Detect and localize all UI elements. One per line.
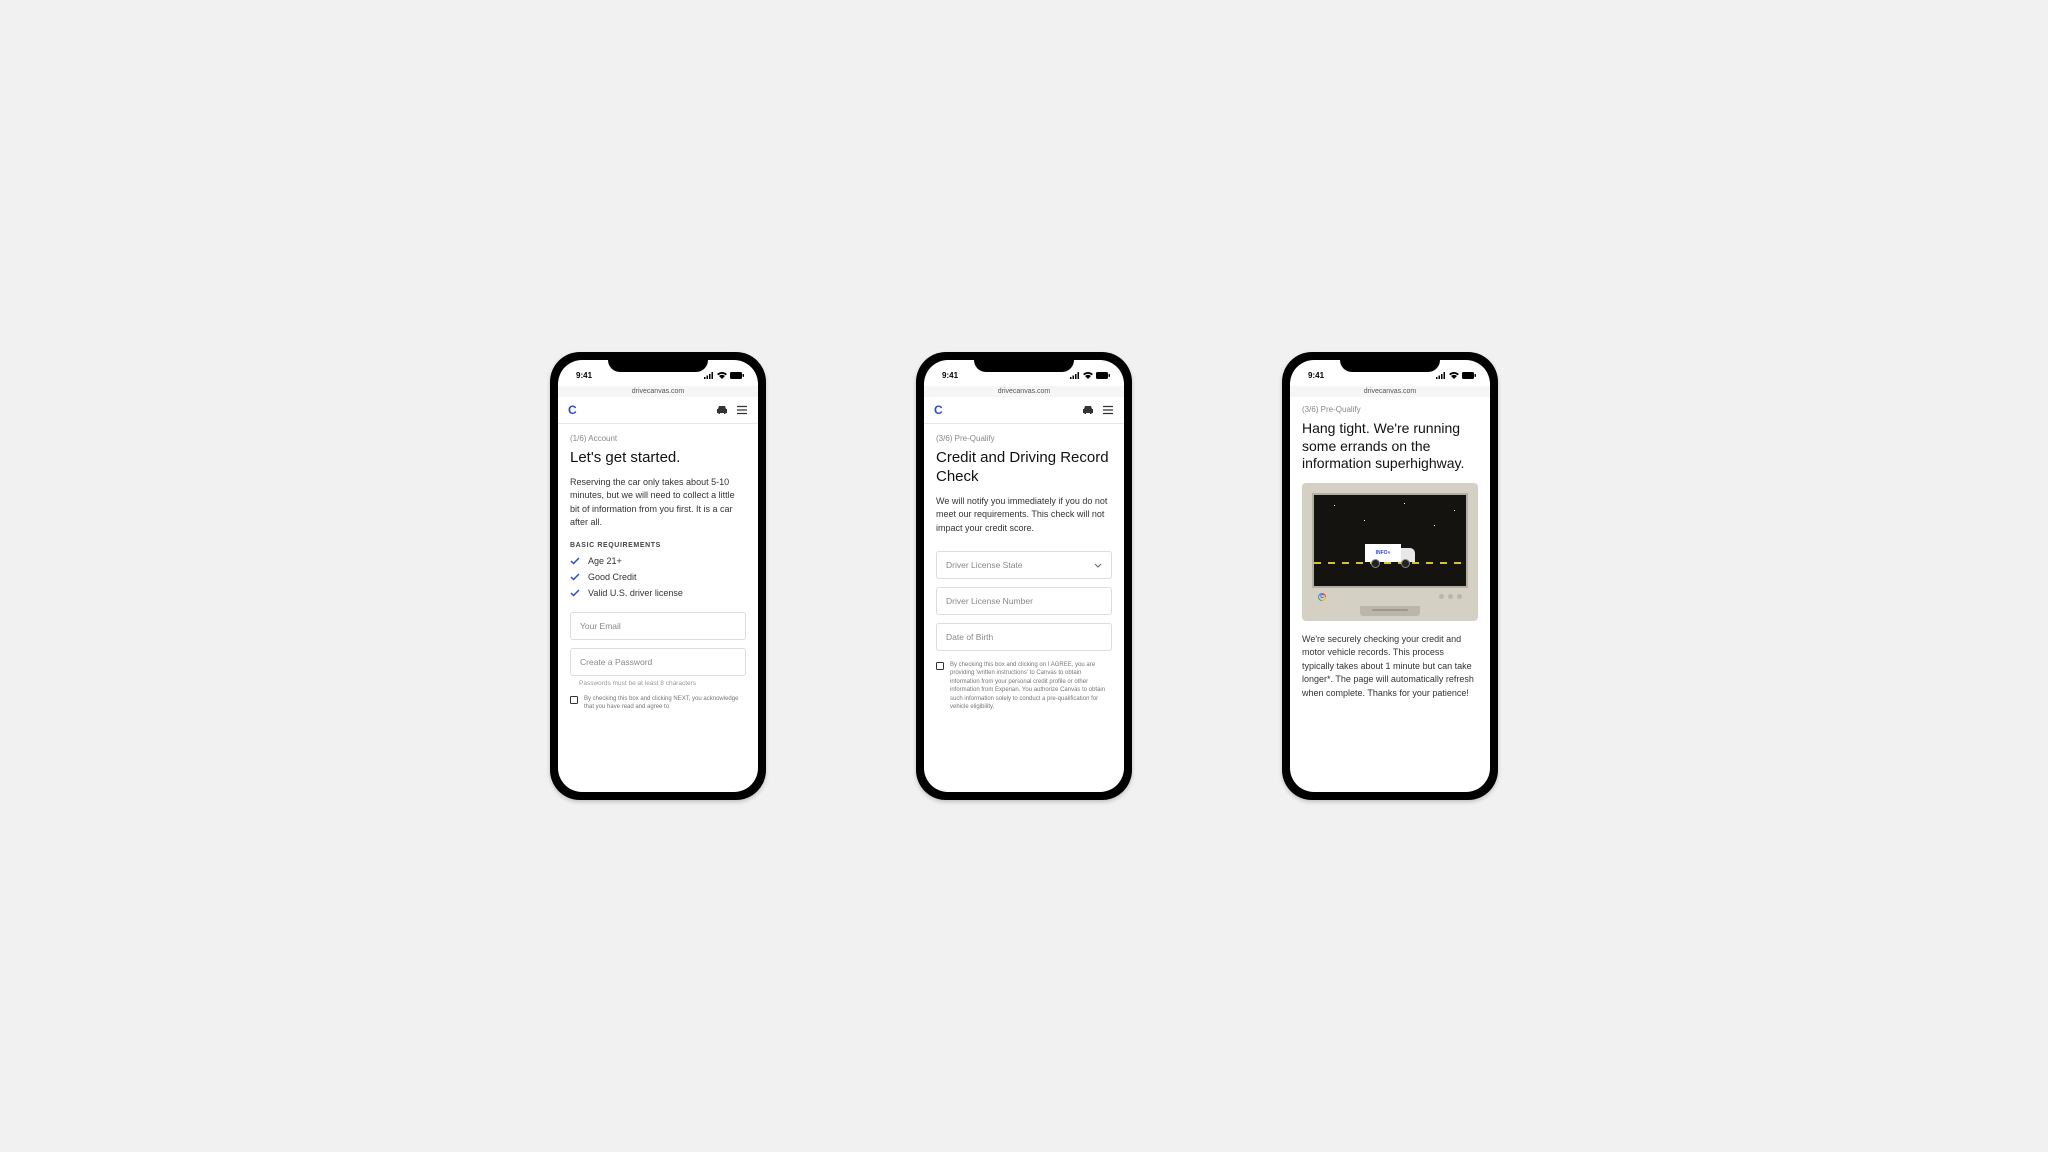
check-icon: [570, 589, 580, 597]
browser-url-bar[interactable]: drivecanvas.com: [924, 386, 1124, 397]
check-icon: [570, 557, 580, 565]
status-time: 9:41: [1308, 371, 1324, 380]
logo[interactable]: C: [934, 403, 943, 417]
info-truck-icon: INFO»: [1365, 544, 1415, 568]
monitor-bezel: [1312, 588, 1468, 606]
battery-icon: [1462, 372, 1476, 379]
phone-mockup-2: 9:41 drivecanvas.com C (3/6) Pre-Qualify…: [916, 352, 1132, 800]
chevron-down-icon: [1094, 563, 1102, 568]
dob-field[interactable]: Date of Birth: [936, 623, 1112, 651]
license-number-field[interactable]: Driver License Number: [936, 587, 1112, 615]
browser-url-bar[interactable]: drivecanvas.com: [1290, 386, 1490, 397]
monitor-stand: [1360, 606, 1420, 616]
consent-checkbox[interactable]: [570, 696, 578, 704]
phone-mockup-3: 9:41 drivecanvas.com (3/6) Pre-Qualify H…: [1282, 352, 1498, 800]
step-label: (1/6) Account: [570, 434, 746, 443]
signal-icon: [1436, 372, 1446, 379]
phone-notch: [1340, 352, 1440, 372]
monitor-screen: INFO»: [1312, 493, 1468, 588]
truck-label: INFO»: [1365, 544, 1401, 562]
password-hint: Passwords must be at least 8 characters: [570, 680, 746, 687]
app-header: C: [924, 397, 1124, 424]
consent-text: By checking this box and clicking on I A…: [950, 661, 1112, 711]
page-description: We're securely checking your credit and …: [1302, 633, 1478, 701]
phone-mockup-1: 9:41 drivecanvas.com C (1/6) Account Let…: [550, 352, 766, 800]
wifi-icon: [717, 372, 727, 379]
consent-row: By checking this box and clicking on I A…: [936, 661, 1112, 711]
requirement-text: Valid U.S. driver license: [588, 588, 683, 598]
wifi-icon: [1449, 372, 1459, 379]
section-label: BASIC REQUIREMENTS: [570, 542, 746, 549]
password-field[interactable]: Create a Password: [570, 648, 746, 676]
car-icon[interactable]: [716, 405, 728, 415]
email-field[interactable]: Your Email: [570, 612, 746, 640]
consent-row: By checking this box and clicking NEXT, …: [570, 695, 746, 712]
signal-icon: [1070, 372, 1080, 379]
signal-icon: [704, 372, 714, 379]
license-state-placeholder: Driver License State: [946, 560, 1023, 570]
consent-checkbox[interactable]: [936, 662, 944, 670]
consent-text: By checking this box and clicking NEXT, …: [584, 695, 746, 712]
license-number-placeholder: Driver License Number: [946, 596, 1033, 606]
page-description: Reserving the car only takes about 5-10 …: [570, 476, 746, 530]
page-description: We will notify you immediately if you do…: [936, 495, 1112, 536]
battery-icon: [1096, 372, 1110, 379]
battery-icon: [730, 372, 744, 379]
step-label: (3/6) Pre-Qualify: [936, 434, 1112, 443]
requirement-item: Valid U.S. driver license: [570, 588, 746, 598]
wifi-icon: [1083, 372, 1093, 379]
requirement-item: Good Credit: [570, 572, 746, 582]
phone-notch: [974, 352, 1074, 372]
car-icon[interactable]: [1082, 405, 1094, 415]
page-title: Let's get started.: [570, 449, 746, 468]
dob-placeholder: Date of Birth: [946, 632, 993, 642]
requirement-item: Age 21+: [570, 556, 746, 566]
password-placeholder: Create a Password: [580, 657, 652, 667]
page-title: Hang tight. We're running some errands o…: [1302, 420, 1478, 473]
hamburger-menu-icon[interactable]: [1102, 405, 1114, 415]
monitor-logo-icon: [1318, 593, 1326, 601]
app-header: C: [558, 397, 758, 424]
status-time: 9:41: [942, 371, 958, 380]
check-icon: [570, 573, 580, 581]
phone-notch: [608, 352, 708, 372]
browser-url-bar[interactable]: drivecanvas.com: [558, 386, 758, 397]
loading-illustration: INFO»: [1302, 483, 1478, 621]
status-time: 9:41: [576, 371, 592, 380]
requirement-text: Good Credit: [588, 572, 637, 582]
logo[interactable]: C: [568, 403, 577, 417]
requirement-text: Age 21+: [588, 556, 622, 566]
license-state-select[interactable]: Driver License State: [936, 551, 1112, 579]
email-placeholder: Your Email: [580, 621, 621, 631]
step-label: (3/6) Pre-Qualify: [1302, 405, 1478, 414]
page-title: Credit and Driving Record Check: [936, 449, 1112, 487]
hamburger-menu-icon[interactable]: [736, 405, 748, 415]
